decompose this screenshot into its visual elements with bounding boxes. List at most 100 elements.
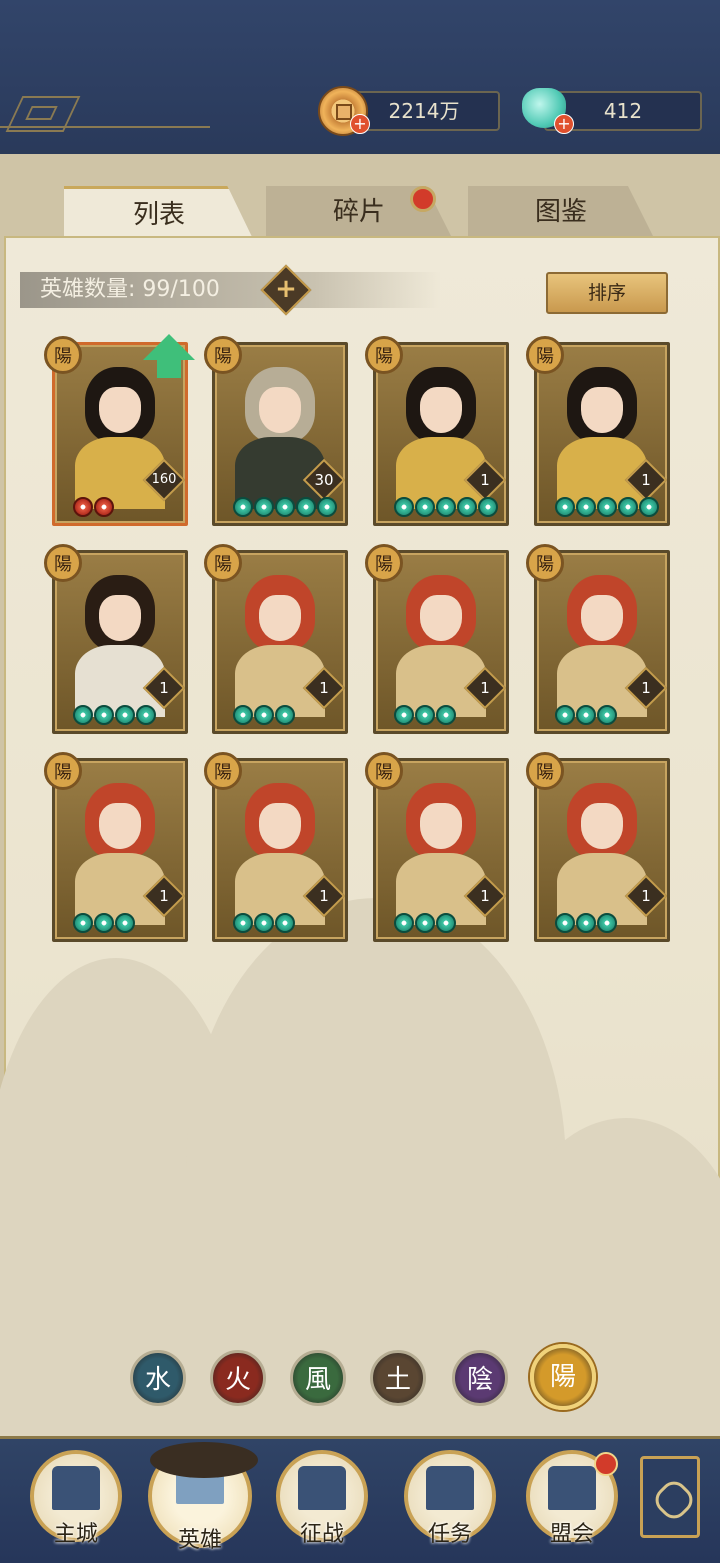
sort-button[interactable]: 排序 <box>546 272 668 314</box>
star-icon <box>73 497 93 517</box>
yang-element-badge: 陽 <box>365 752 403 790</box>
yang-element-badge: 陽 <box>204 752 242 790</box>
hero-face <box>99 803 141 849</box>
hero-face <box>420 387 462 433</box>
star-icon <box>436 497 456 517</box>
star-icon <box>597 497 617 517</box>
element-filter-6[interactable]: 陽 <box>530 1344 596 1410</box>
star-icon <box>576 705 596 725</box>
hero-face <box>420 803 462 849</box>
star-icon <box>394 705 414 725</box>
hero-face <box>259 595 301 641</box>
star-icon <box>415 705 435 725</box>
hero-level: 160 <box>151 472 177 487</box>
star-icon <box>597 913 617 933</box>
nav-icon <box>298 1466 346 1510</box>
hero-count-value: 99/100 <box>142 277 220 302</box>
star-rating <box>394 705 456 727</box>
yang-element-badge: 陽 <box>365 544 403 582</box>
star-icon <box>254 497 274 517</box>
hero-level: 1 <box>641 679 651 697</box>
hero-face <box>581 803 623 849</box>
star-icon <box>576 497 596 517</box>
element-filter-2[interactable]: 火 <box>210 1350 266 1406</box>
hero-count-bar: 英雄数量: 99/100 <box>20 272 440 308</box>
hero-hat-decoration <box>150 1442 258 1478</box>
header-divider <box>0 126 210 128</box>
hero-face <box>581 595 623 641</box>
nav-main-city-button[interactable]: 主城 <box>30 1450 122 1547</box>
star-rating <box>394 913 456 935</box>
star-icon <box>618 497 638 517</box>
star-icon <box>555 497 575 517</box>
yang-element-badge: 陽 <box>526 752 564 790</box>
nav-icon <box>548 1466 596 1510</box>
yang-element-badge: 陽 <box>204 544 242 582</box>
hero-face <box>581 387 623 433</box>
star-icon <box>639 497 659 517</box>
hero-level: 1 <box>319 887 329 905</box>
nav-icon <box>426 1466 474 1510</box>
star-icon <box>94 705 114 725</box>
tab-codex[interactable]: 图鉴 <box>468 186 654 238</box>
star-icon <box>576 913 596 933</box>
yang-element-badge: 陽 <box>365 336 403 374</box>
add-coins-button[interactable]: + <box>350 114 370 134</box>
star-icon <box>233 705 253 725</box>
nav-label: 英雄 <box>177 1528 222 1553</box>
star-icon <box>317 497 337 517</box>
star-rating <box>73 497 114 519</box>
hero-level: 30 <box>314 471 334 489</box>
star-rating <box>555 705 617 727</box>
notification-dot <box>594 1452 618 1476</box>
nav-campaign-button[interactable]: 征战 <box>276 1450 368 1547</box>
hero-face <box>99 595 141 641</box>
nav-quests-button[interactable]: 任务 <box>404 1450 496 1547</box>
star-icon <box>436 705 456 725</box>
element-filter-5[interactable]: 陰 <box>452 1350 508 1406</box>
hero-level: 1 <box>480 887 490 905</box>
nav-label: 征战 <box>299 1522 344 1547</box>
star-icon <box>233 497 253 517</box>
star-icon <box>94 913 114 933</box>
hero-level: 1 <box>319 679 329 697</box>
yang-element-badge: 陽 <box>204 336 242 374</box>
star-icon <box>415 497 435 517</box>
star-icon <box>73 705 93 725</box>
element-filter-3[interactable]: 風 <box>290 1350 346 1406</box>
star-icon <box>394 913 414 933</box>
element-filter-4[interactable]: 土 <box>370 1350 426 1406</box>
tab-list[interactable]: 列表 <box>64 186 254 241</box>
star-icon <box>275 497 295 517</box>
star-icon <box>115 913 135 933</box>
star-icon <box>457 497 477 517</box>
hero-face <box>259 387 301 433</box>
star-icon <box>73 913 93 933</box>
star-icon <box>94 497 114 517</box>
star-icon <box>394 497 414 517</box>
more-menu-button[interactable] <box>640 1456 700 1538</box>
hero-level: 1 <box>159 679 169 697</box>
star-rating <box>233 913 295 935</box>
upgrade-arrow-icon <box>143 334 195 378</box>
star-rating <box>394 497 498 519</box>
star-icon <box>555 913 575 933</box>
star-icon <box>555 705 575 725</box>
menu-icon <box>649 1475 699 1525</box>
hero-level: 1 <box>159 887 169 905</box>
hero-face <box>99 387 141 433</box>
yang-element-badge: 陽 <box>44 336 82 374</box>
add-gems-button[interactable]: + <box>554 114 574 134</box>
hero-count-label: 英雄数量: <box>40 277 136 302</box>
star-icon <box>275 705 295 725</box>
hero-face <box>259 803 301 849</box>
star-rating <box>233 497 337 519</box>
notification-dot <box>410 186 436 212</box>
yang-element-badge: 陽 <box>44 752 82 790</box>
element-filter-1[interactable]: 水 <box>130 1350 186 1406</box>
nav-label: 主城 <box>53 1522 98 1547</box>
star-icon <box>233 913 253 933</box>
star-icon <box>254 705 274 725</box>
star-icon <box>115 705 135 725</box>
hero-face <box>420 595 462 641</box>
